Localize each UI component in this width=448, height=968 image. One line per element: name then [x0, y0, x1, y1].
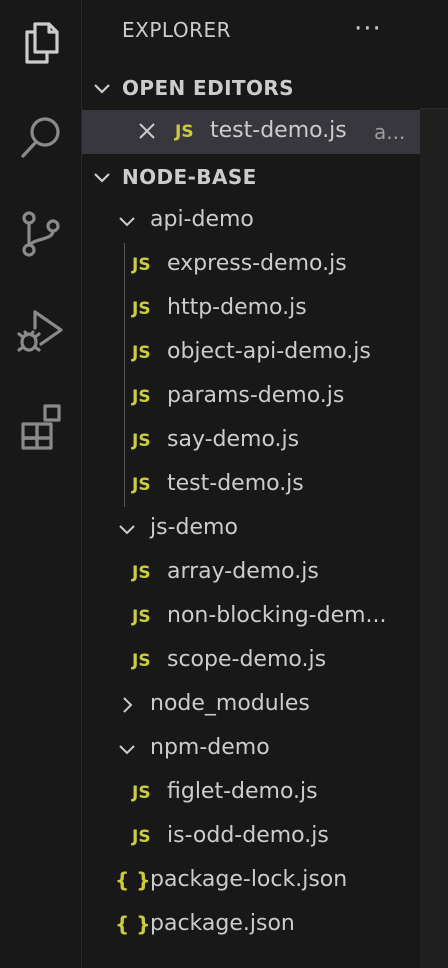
file-label: express-demo.js — [167, 251, 347, 276]
editor-area — [420, 0, 448, 968]
open-editors-header[interactable]: OPEN EDITORS — [82, 66, 420, 110]
file-item[interactable]: JS express-demo.js — [82, 243, 420, 287]
file-item[interactable]: JS object-api-demo.js — [82, 331, 420, 375]
json-file-icon: { } — [115, 912, 151, 936]
file-item[interactable]: JS figlet-demo.js — [82, 771, 420, 815]
js-file-icon: JS — [132, 827, 151, 847]
activity-bar — [0, 0, 82, 968]
js-file-icon: JS — [132, 431, 151, 451]
workspace-header[interactable]: NODE-BASE — [82, 155, 420, 199]
chevron-down-icon — [119, 217, 135, 227]
folder-js-demo[interactable]: js-demo — [82, 507, 420, 551]
file-label: object-api-demo.js — [167, 339, 371, 364]
file-label: scope-demo.js — [167, 647, 327, 672]
open-editors-label: OPEN EDITORS — [122, 76, 294, 100]
explorer-sidebar: EXPLORER ··· OPEN EDITORS JS test-demo.j… — [82, 0, 420, 968]
file-item[interactable]: JS array-demo.js — [82, 551, 420, 595]
chevron-right-icon — [123, 697, 133, 713]
js-file-icon: JS — [132, 255, 151, 275]
file-item[interactable]: JS http-demo.js — [82, 287, 420, 331]
file-item[interactable]: { } package.json — [82, 903, 420, 947]
folder-node-modules[interactable]: node_modules — [82, 683, 420, 727]
json-file-icon: { } — [115, 868, 151, 892]
extensions-icon[interactable] — [0, 386, 82, 466]
file-item[interactable]: { } package-lock.json — [82, 859, 420, 903]
folder-npm-demo[interactable]: npm-demo — [82, 727, 420, 771]
js-file-icon: JS — [132, 783, 151, 803]
source-control-icon[interactable] — [0, 194, 82, 274]
open-editor-filename: test-demo.js — [210, 118, 347, 143]
file-label: say-demo.js — [167, 427, 300, 452]
chevron-down-icon — [119, 745, 135, 755]
js-file-icon: JS — [132, 299, 151, 319]
file-label: params-demo.js — [167, 383, 345, 408]
chevron-down-icon — [119, 525, 135, 535]
js-file-icon: JS — [132, 563, 151, 583]
folder-label: js-demo — [150, 515, 238, 540]
file-item[interactable]: JS say-demo.js — [82, 419, 420, 463]
folder-label: api-demo — [150, 207, 254, 232]
folder-label: npm-demo — [150, 735, 270, 760]
search-icon[interactable] — [0, 98, 82, 178]
file-label: test-demo.js — [167, 471, 304, 496]
file-label: package-lock.json — [150, 867, 348, 892]
file-item[interactable]: JS params-demo.js — [82, 375, 420, 419]
file-label: package.json — [150, 911, 295, 936]
open-editor-path: a... — [374, 120, 406, 144]
explorer-title: EXPLORER — [122, 18, 231, 42]
file-label: figlet-demo.js — [167, 779, 318, 804]
run-debug-icon[interactable] — [0, 290, 82, 370]
file-item[interactable]: JS test-demo.js — [82, 463, 420, 507]
file-label: is-odd-demo.js — [167, 823, 329, 848]
js-file-icon: JS — [132, 651, 151, 671]
workspace-label: NODE-BASE — [122, 165, 257, 189]
file-label: http-demo.js — [167, 295, 307, 320]
open-editor-item[interactable]: JS test-demo.js a... — [82, 110, 420, 154]
js-file-icon: JS — [132, 607, 151, 627]
file-label: array-demo.js — [167, 559, 319, 584]
js-file-icon: JS — [132, 387, 151, 407]
more-actions-button[interactable]: ··· — [354, 14, 382, 44]
editor-tab-bar — [420, 0, 448, 109]
js-file-icon: JS — [175, 122, 194, 142]
js-file-icon: JS — [132, 343, 151, 363]
file-label: non-blocking-dem... — [167, 603, 387, 628]
file-item[interactable]: JS scope-demo.js — [82, 639, 420, 683]
chevron-down-icon — [94, 173, 110, 183]
js-file-icon: JS — [132, 475, 151, 495]
chevron-down-icon — [94, 84, 110, 94]
file-item[interactable]: JS non-blocking-dem... — [82, 595, 420, 639]
explorer-icon[interactable] — [0, 2, 82, 82]
folder-api-demo[interactable]: api-demo — [82, 199, 420, 243]
close-icon[interactable] — [136, 120, 158, 142]
folder-label: node_modules — [150, 691, 310, 716]
file-item[interactable]: JS is-odd-demo.js — [82, 815, 420, 859]
explorer-header: EXPLORER ··· — [82, 0, 420, 64]
